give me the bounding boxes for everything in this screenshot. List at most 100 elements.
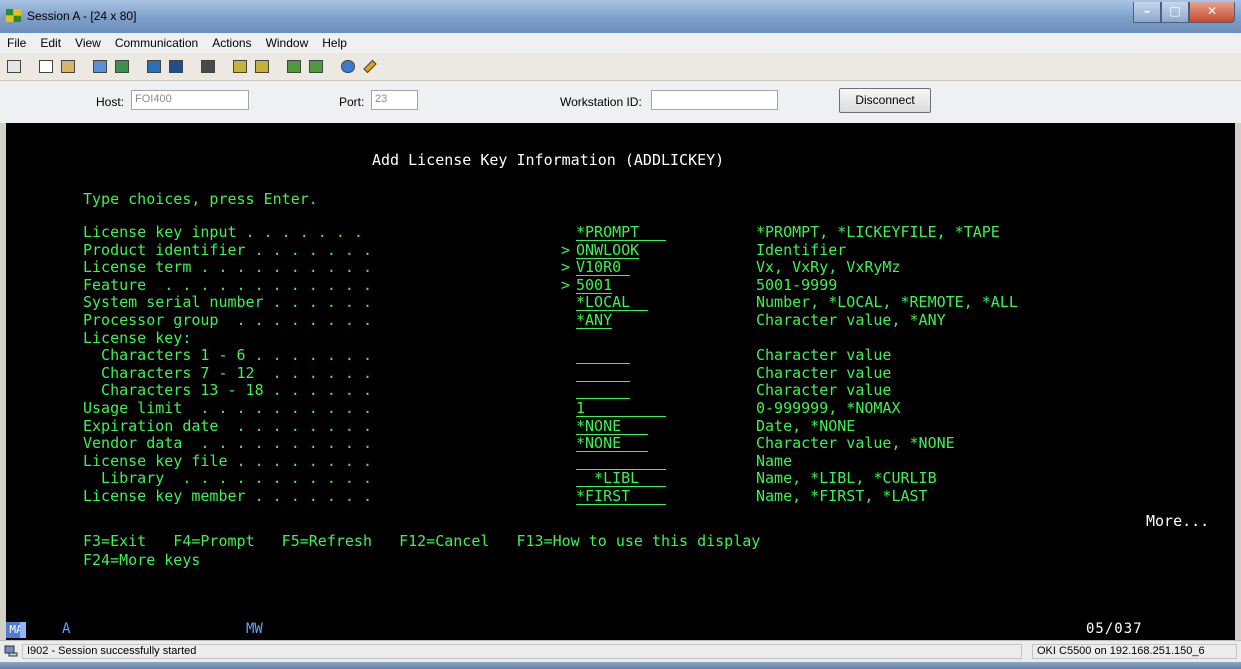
field-hint: Name [756, 451, 793, 470]
menu-bar: File Edit View Communication Actions Win… [0, 33, 1241, 53]
disconnect-button[interactable]: Disconnect [839, 88, 931, 113]
input-field[interactable] [576, 381, 631, 400]
stop-macro-icon[interactable] [252, 57, 272, 77]
input-field[interactable] [576, 364, 631, 382]
menu-file[interactable]: File [0, 36, 33, 50]
maximize-button[interactable]: □ [1161, 2, 1189, 23]
field-label: Usage limit . . . . . . . . . . [83, 399, 372, 417]
field-label: Feature . . . . . . . . . . . . [83, 275, 372, 294]
play-macro-icon[interactable] [284, 57, 304, 77]
field-hint: Identifier [756, 240, 847, 259]
workstation-label: Workstation ID: [560, 95, 642, 109]
input-field[interactable]: 1 [576, 399, 667, 417]
input-field[interactable]: *NONE [576, 417, 649, 435]
color-palette-icon[interactable] [338, 57, 358, 77]
field-label: System serial number . . . . . . [83, 293, 372, 312]
oia-indicator: A [62, 621, 71, 637]
menu-communication[interactable]: Communication [108, 36, 205, 50]
field-hint: Number, *LOCAL, *REMOTE, *ALL [756, 293, 1018, 312]
input-field[interactable]: *NONE [576, 434, 649, 453]
field-label: Vendor data . . . . . . . . . . [83, 434, 372, 453]
field-label: Characters 1 - 6 . . . . . . . [83, 346, 372, 365]
field-label: Library . . . . . . . . . . . [83, 469, 372, 488]
input-field[interactable]: *LIBL [576, 469, 667, 488]
input-field[interactable]: *ANY [576, 311, 613, 329]
field-label: License term . . . . . . . . . . [83, 258, 372, 277]
menu-actions[interactable]: Actions [205, 36, 258, 50]
input-field[interactable]: 5001 [576, 276, 613, 294]
port-label: Port: [339, 95, 365, 109]
session-status-icon [4, 645, 18, 657]
field-label: Expiration date . . . . . . . . [83, 416, 372, 435]
send-file-icon[interactable] [90, 57, 110, 77]
field-hint: Name, *LIBL, *CURLIB [756, 469, 937, 488]
field-hint: Character value [756, 346, 892, 365]
input-field[interactable]: *LOCAL [576, 293, 649, 312]
keyboard-icon[interactable] [166, 57, 186, 77]
menu-edit[interactable]: Edit [33, 36, 68, 50]
changed-marker: > [561, 240, 571, 259]
field-label: License key file . . . . . . . . [83, 451, 372, 470]
print-screen-icon[interactable] [4, 57, 24, 77]
field-label: Characters 7 - 12 . . . . . . [83, 363, 372, 382]
changed-marker: > [561, 258, 571, 277]
field-hint: Character value, *NONE [756, 434, 955, 453]
field-hint: Character value [756, 363, 892, 382]
paste-icon[interactable] [58, 57, 78, 77]
cursor-position: 05/037 [1086, 621, 1143, 637]
more-indicator: More... [1146, 512, 1210, 530]
port-input[interactable]: 23 [371, 90, 418, 110]
input-field[interactable]: ONWLOOK [576, 241, 640, 259]
close-button[interactable]: ✕ [1189, 2, 1235, 23]
operator-info-area: MA A MW 05/037 [6, 620, 1235, 640]
receive-file-icon[interactable] [112, 57, 132, 77]
field-label: License key member . . . . . . . [83, 487, 372, 505]
macro-icon[interactable] [198, 57, 218, 77]
function-keys-line-1: F3=Exit F4=Prompt F5=Refresh F12=Cancel … [83, 532, 761, 550]
workstation-id-input[interactable] [651, 90, 778, 110]
printer-status: OKI C5500 on 192.168.251.150_6 [1032, 644, 1237, 659]
status-bar: I902 - Session successfully started OKI … [0, 640, 1241, 669]
taskbar-strip [0, 662, 1241, 669]
field-hint: Character value, *ANY [756, 311, 946, 329]
field-hint: Vx, VxRy, VxRyMz [756, 258, 901, 277]
field-label: Product identifier . . . . . . . [83, 240, 372, 259]
menu-view[interactable]: View [68, 36, 108, 50]
field-label: Processor group . . . . . . . . [83, 311, 372, 329]
field-hint: *PROMPT, *LICKEYFILE, *TAPE [756, 223, 1000, 241]
field-hint: Name, *FIRST, *LAST [756, 487, 928, 505]
window-title: Session A - [24 x 80] [27, 9, 137, 23]
minimize-button[interactable]: – [1133, 2, 1161, 23]
input-field[interactable]: *PROMPT [576, 223, 667, 241]
field-label: Characters 13 - 18 . . . . . . [83, 381, 372, 400]
record-macro-icon[interactable] [230, 57, 250, 77]
oia-input-mode: MW [246, 621, 263, 637]
menu-help[interactable]: Help [315, 36, 354, 50]
edit-icon[interactable] [360, 57, 380, 77]
changed-marker: > [561, 275, 571, 294]
field-hint: Date, *NONE [756, 416, 856, 435]
status-message: I902 - Session successfully started [22, 644, 1022, 659]
input-field[interactable]: V10R0 [576, 258, 631, 277]
input-field[interactable]: *FIRST [576, 487, 667, 505]
host-input[interactable]: FOI400 [131, 90, 249, 110]
menu-window[interactable]: Window [259, 36, 316, 50]
title-bar[interactable]: Session A - [24 x 80] – □ ✕ [0, 0, 1241, 33]
session-app-icon [6, 9, 22, 23]
connection-bar: Host: FOI400 Port: 23 Workstation ID: Di… [0, 81, 1241, 123]
field-label: License key: [83, 328, 192, 347]
emulator-window: Session A - [24 x 80] – □ ✕ File Edit Vi… [0, 0, 1241, 669]
function-keys-line-2: F24=More keys [83, 551, 201, 569]
terminal-screen[interactable]: Add License Key Information (ADDLICKEY) … [6, 123, 1235, 620]
host-label: Host: [96, 95, 125, 109]
input-field[interactable] [576, 346, 631, 365]
customize-icon[interactable] [306, 57, 326, 77]
field-hint: 5001-9999 [756, 275, 838, 294]
field-hint: 0-999999, *NOMAX [756, 399, 901, 417]
window-controls: – □ ✕ [1133, 2, 1235, 24]
display-icon[interactable] [144, 57, 164, 77]
oia-cursor-block [20, 622, 26, 638]
copy-icon[interactable] [36, 57, 56, 77]
field-label: License key input . . . . . . . [83, 223, 363, 241]
input-field[interactable] [576, 452, 667, 470]
